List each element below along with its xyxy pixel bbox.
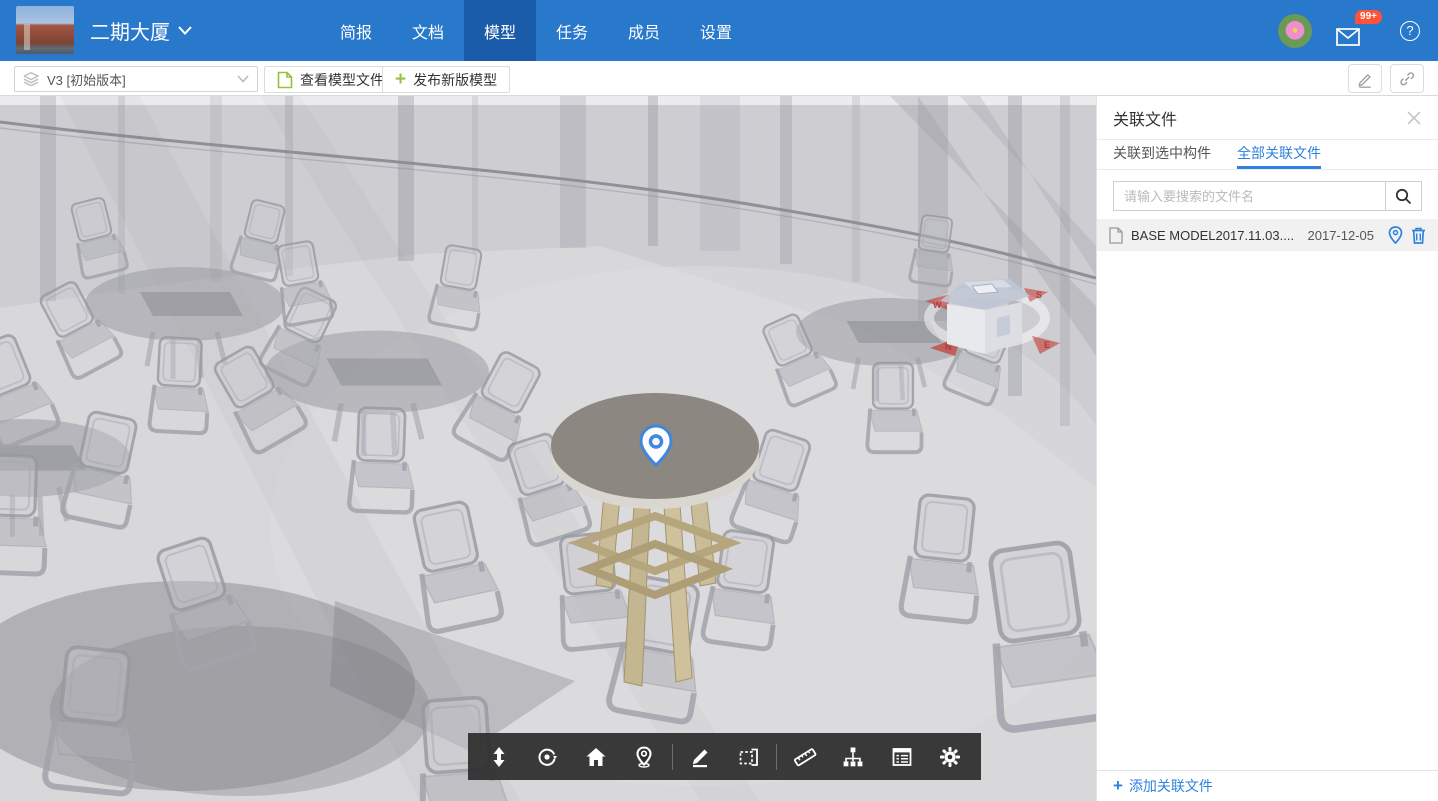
panel-header: 关联文件 [1097,96,1438,140]
add-linked-file-button[interactable]: + 添加关联文件 [1097,770,1438,801]
publish-new-version-button[interactable]: + 发布新版模型 [382,66,510,93]
project-switcher[interactable]: 二期大厦 [90,0,192,61]
link-icon [1398,70,1416,88]
layers-icon [23,72,39,86]
properties-list-icon [891,746,913,768]
model-viewport[interactable]: W S N E [0,96,1097,801]
home-icon [585,746,607,768]
model-file-icon [277,71,293,89]
orbit-button[interactable] [526,733,568,780]
project-logo[interactable] [16,6,74,54]
model-scene: W S N E [0,96,1097,801]
tab-all-linked-files[interactable]: 全部关联文件 [1237,140,1321,169]
version-toolbar-actions [1348,64,1424,93]
structure-tree-button[interactable] [832,733,874,780]
messages-button[interactable]: 99+ [1336,14,1376,48]
search-button[interactable] [1385,182,1421,210]
gear-icon [939,746,961,768]
properties-list-button[interactable] [881,733,923,780]
file-search [1113,181,1422,211]
search-icon [1395,188,1412,205]
navbar-right: 99+ ? [1278,0,1420,61]
section-box-button[interactable] [728,733,770,780]
annotate-tool-button[interactable] [679,733,721,780]
pencil-icon [1356,70,1374,88]
link-files-button[interactable] [1390,64,1424,93]
close-panel-button[interactable] [1406,110,1422,126]
structure-tree-icon [842,746,864,768]
chevron-down-icon [178,26,192,35]
compass-e: E [1044,340,1050,350]
compass-w: W [933,300,942,310]
annotate-model-button[interactable] [1348,64,1382,93]
panel-tabs: 关联到选中构件 全部关联文件 [1097,140,1438,170]
plus-icon: + [395,70,406,89]
main-nav: 简报 文档 模型 任务 成员 设置 [320,0,752,61]
user-avatar[interactable] [1278,14,1312,48]
section-box-icon [738,746,760,768]
pan-vertical-icon [488,746,510,768]
toolbar-separator [672,744,673,770]
tab-documents[interactable]: 文档 [392,0,464,61]
home-view-button[interactable] [575,733,617,780]
file-date: 2017-12-05 [1308,228,1375,243]
panel-title: 关联文件 [1113,106,1406,130]
document-icon [1109,227,1123,244]
tab-tasks[interactable]: 任务 [536,0,608,61]
project-name: 二期大厦 [90,16,170,45]
annotate-pencil-icon [689,746,711,768]
measure-button[interactable] [784,733,826,780]
viewer-settings-button[interactable] [929,733,971,780]
close-icon [1406,110,1422,126]
version-toolbar: V3 [初始版本] 查看模型文件 + 发布新版模型 [0,61,1438,96]
model-version-select[interactable]: V3 [初始版本] [14,66,258,92]
tab-briefing[interactable]: 简报 [320,0,392,61]
measure-ruler-icon [793,746,817,768]
pan-vertical-button[interactable] [478,733,520,780]
tab-linked-to-selected[interactable]: 关联到选中构件 [1113,140,1211,169]
file-name: BASE MODEL2017.11.03.... [1131,228,1300,243]
version-label: V3 [初始版本] [47,70,229,89]
unread-count-badge: 99+ [1355,10,1382,24]
help-glyph: ? [1406,23,1413,38]
help-button[interactable]: ? [1400,21,1420,41]
viewer-toolbar [468,733,981,780]
placemark-tool-button[interactable] [623,733,665,780]
compass-s: S [1036,290,1042,300]
linked-files-panel: 关联文件 关联到选中构件 全部关联文件 [1096,96,1438,801]
plus-icon: + [1113,776,1123,796]
view-model-file-button[interactable]: 查看模型文件 [264,66,397,93]
pin-icon [1388,226,1403,244]
app-window: 二期大厦 简报 文档 模型 任务 成员 设置 99+ ? [0,0,1438,801]
trash-icon [1411,227,1426,244]
tab-settings[interactable]: 设置 [680,0,752,61]
orbit-icon [536,746,558,768]
chevron-down-icon [237,75,249,83]
mail-icon [1336,28,1360,46]
delete-file-button[interactable] [1411,227,1426,244]
placemark-icon [633,746,655,768]
file-row[interactable]: BASE MODEL2017.11.03.... 2017-12-05 [1097,219,1438,251]
tab-model[interactable]: 模型 [464,0,536,61]
top-navbar: 二期大厦 简报 文档 模型 任务 成员 设置 99+ ? [0,0,1438,61]
locate-in-model-button[interactable] [1388,226,1403,244]
toolbar-separator [776,744,777,770]
tab-members[interactable]: 成员 [608,0,680,61]
file-search-input[interactable] [1114,182,1385,210]
